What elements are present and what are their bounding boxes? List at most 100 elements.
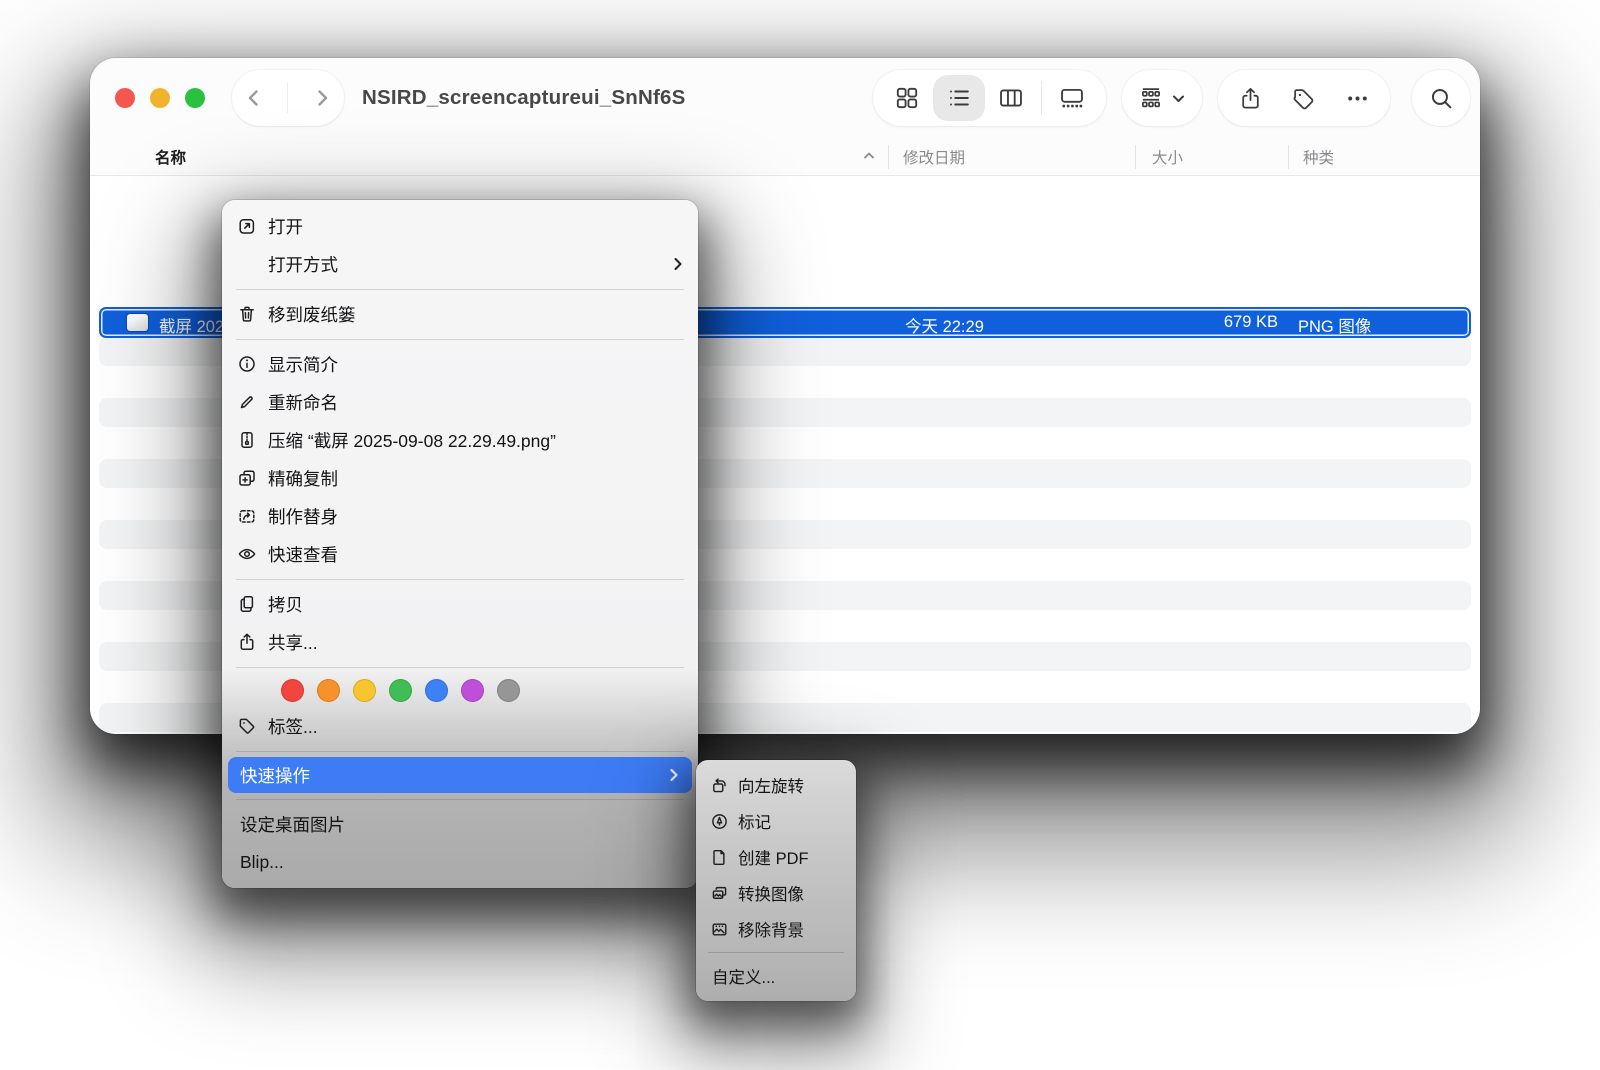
column-header-name[interactable]: 名称: [155, 146, 186, 168]
menu-item-copy[interactable]: 拷贝: [222, 585, 698, 623]
nav-buttons: [232, 70, 344, 126]
menu-item-label: 重新命名: [268, 390, 338, 415]
tag-orange[interactable]: [317, 679, 340, 702]
menu-item-label: 制作替身: [268, 504, 338, 529]
menu-item-rename[interactable]: 重新命名: [222, 383, 698, 421]
menu-item-label: 标签...: [268, 714, 318, 739]
gallery-view-button[interactable]: [1046, 75, 1098, 121]
menu-item-quick-actions[interactable]: 快速操作: [228, 757, 692, 793]
create-pdf-icon: [709, 847, 729, 868]
action-buttons: [1218, 70, 1390, 126]
header-divider: [888, 145, 889, 169]
submenu-item-rotate-left[interactable]: 向左旋转: [696, 767, 856, 803]
tag-icon: [236, 716, 257, 737]
group-button[interactable]: [1122, 70, 1202, 126]
menu-item-label: 快速查看: [268, 542, 338, 567]
menu-divider: [236, 289, 684, 290]
submenu-item-label: 标记: [738, 809, 771, 833]
tag-purple[interactable]: [461, 679, 484, 702]
tag-blue[interactable]: [425, 679, 448, 702]
submenu-item-remove-background[interactable]: 移除背景: [696, 911, 856, 947]
rotate-left-icon: [709, 775, 729, 796]
remove-background-icon: [709, 919, 729, 940]
icon-view-button[interactable]: [881, 75, 933, 121]
tag-green[interactable]: [389, 679, 412, 702]
file-size: 679 KB: [1137, 313, 1278, 332]
back-icon[interactable]: [243, 87, 265, 109]
header-divider: [1288, 145, 1289, 169]
share-button[interactable]: [1238, 86, 1263, 111]
menu-item-label: 显示简介: [268, 352, 338, 377]
duplicate-icon: [236, 468, 257, 489]
markup-icon: [709, 811, 729, 832]
column-view-button[interactable]: [985, 75, 1037, 121]
menu-item-quick-look[interactable]: 快速查看: [222, 535, 698, 573]
submenu-item-label: 创建 PDF: [738, 845, 809, 869]
eye-icon: [236, 544, 257, 565]
search-icon: [1429, 86, 1454, 111]
menu-item-make-alias[interactable]: 制作替身: [222, 497, 698, 535]
file-date: 今天 22:29: [905, 313, 984, 337]
file-kind: PNG 图像: [1298, 313, 1371, 337]
file-thumbnail-icon: [127, 314, 148, 331]
submenu-item-convert-image[interactable]: 转换图像: [696, 875, 856, 911]
menu-item-tags[interactable]: 标签...: [222, 707, 698, 745]
submenu-item-label: 自定义...: [712, 964, 775, 988]
zip-file-icon: [236, 430, 257, 451]
pencil-icon: [236, 392, 257, 413]
submenu-item-customize[interactable]: 自定义...: [696, 958, 856, 994]
window-title: NSIRD_screencaptureui_SnNf6S: [362, 58, 685, 138]
tag-yellow[interactable]: [353, 679, 376, 702]
nav-divider: [287, 83, 288, 113]
menu-item-blip[interactable]: Blip...: [222, 843, 698, 881]
info-icon: [236, 354, 257, 375]
menu-item-label: 拷贝: [268, 592, 303, 617]
menu-item-label: 打开方式: [268, 252, 338, 277]
submenu-chevron-icon: [668, 767, 680, 783]
menu-item-share[interactable]: 共享...: [222, 623, 698, 661]
column-header-size[interactable]: 大小: [1152, 146, 1183, 168]
menu-divider: [236, 799, 684, 800]
submenu-item-create-pdf[interactable]: 创建 PDF: [696, 839, 856, 875]
more-icon[interactable]: [1345, 86, 1370, 111]
menu-divider: [236, 579, 684, 580]
zoom-button[interactable]: [185, 88, 205, 108]
menu-item-label: 共享...: [268, 630, 318, 655]
view-switcher: [873, 70, 1106, 126]
tag-button[interactable]: [1291, 86, 1316, 111]
submenu-chevron-icon: [672, 256, 684, 272]
submenu-item-label: 移除背景: [738, 917, 804, 941]
menu-item-open[interactable]: 打开: [222, 207, 698, 245]
menu-item-duplicate[interactable]: 精确复制: [222, 459, 698, 497]
search-button[interactable]: [1412, 70, 1470, 126]
submenu-item-markup[interactable]: 标记: [696, 803, 856, 839]
submenu-item-label: 向左旋转: [738, 773, 804, 797]
tag-color-row: [222, 673, 698, 707]
forward-icon[interactable]: [311, 87, 333, 109]
column-header-kind[interactable]: 种类: [1303, 146, 1334, 168]
view-divider: [1041, 81, 1042, 115]
copy-icon: [236, 594, 257, 615]
menu-item-set-desktop-picture[interactable]: 设定桌面图片: [222, 805, 698, 843]
traffic-lights: [115, 88, 205, 108]
minimize-button[interactable]: [150, 88, 170, 108]
menu-item-label: 精确复制: [268, 466, 338, 491]
tag-gray[interactable]: [497, 679, 520, 702]
open-in-new-icon: [236, 216, 257, 237]
menu-item-open-with[interactable]: 打开方式: [222, 245, 698, 283]
menu-item-get-info[interactable]: 显示简介: [222, 345, 698, 383]
menu-item-compress[interactable]: 压缩 “截屏 2025-09-08 22.29.49.png”: [222, 421, 698, 459]
list-view-button[interactable]: [933, 75, 985, 121]
close-button[interactable]: [115, 88, 135, 108]
context-menu: 打开 打开方式 移到废纸篓 显示简介 重新命名 压缩 “截屏 2025-09-0…: [222, 200, 698, 888]
menu-item-move-to-trash[interactable]: 移到废纸篓: [222, 295, 698, 333]
menu-divider: [236, 751, 684, 752]
column-header-date[interactable]: 修改日期: [903, 146, 965, 168]
menu-item-label: 快速操作: [240, 763, 310, 788]
share-icon: [236, 632, 257, 653]
group-icon: [1138, 85, 1164, 111]
column-headers: 名称 修改日期 大小 种类: [90, 138, 1480, 176]
menu-item-label: 设定桌面图片: [240, 812, 345, 837]
tag-red[interactable]: [281, 679, 304, 702]
chevron-down-icon: [1171, 91, 1186, 106]
